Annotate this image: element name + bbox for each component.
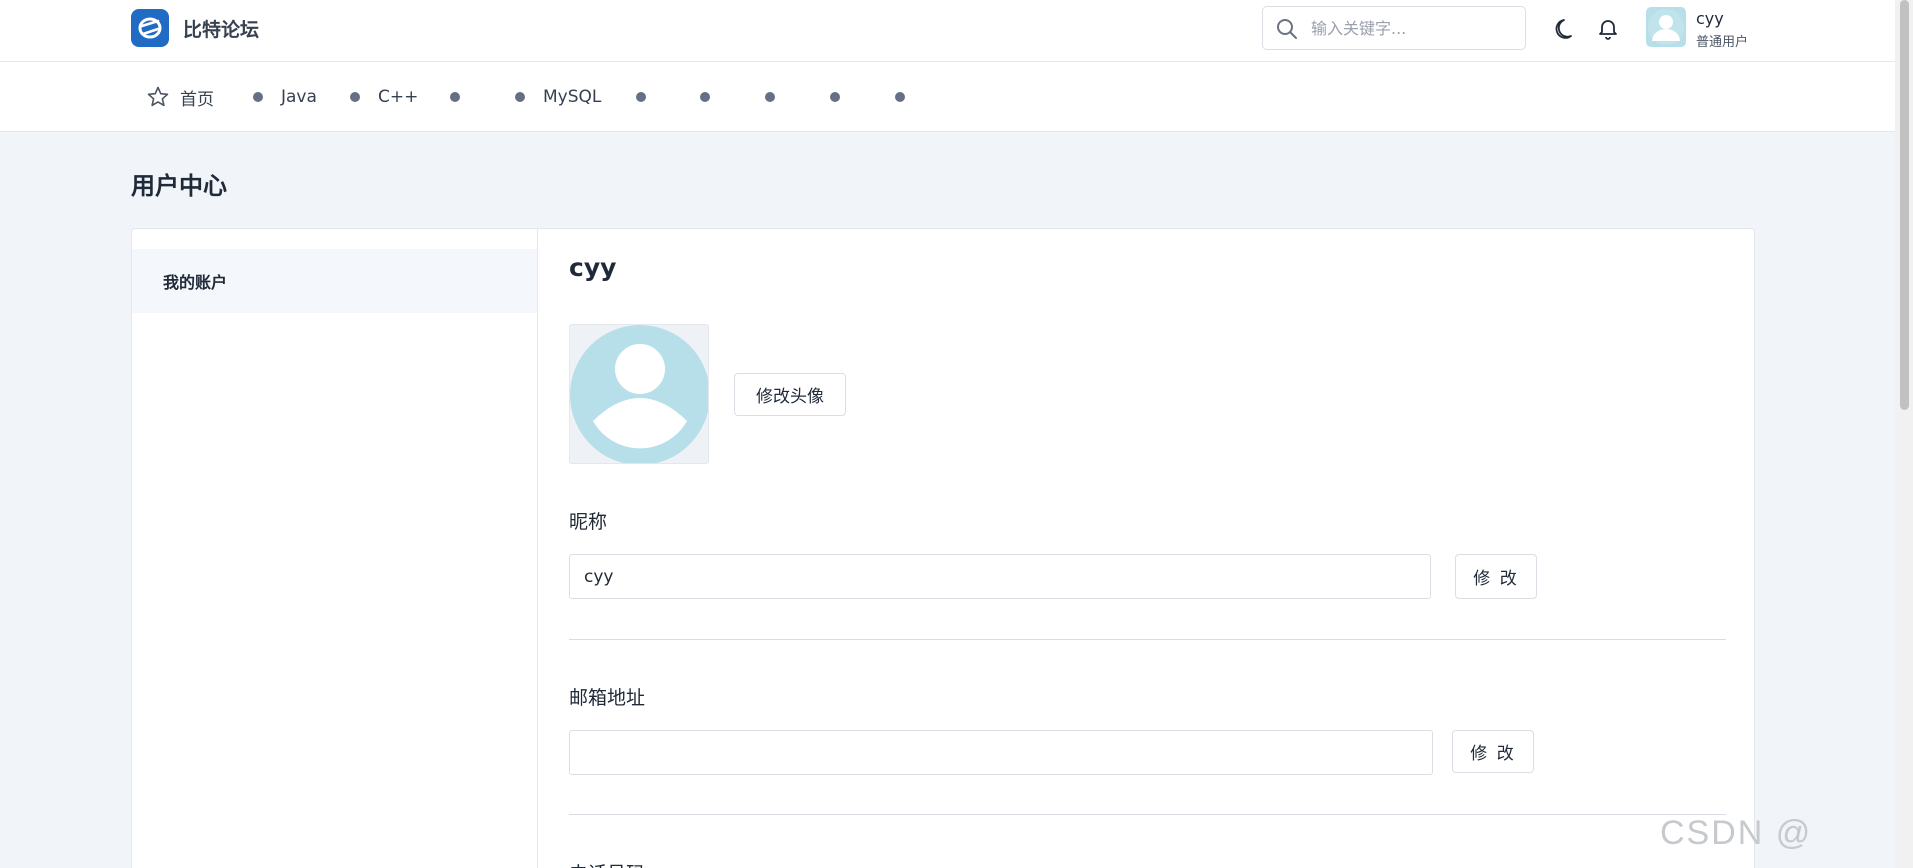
email-label: 邮箱地址 — [569, 687, 646, 709]
nickname-input[interactable] — [569, 554, 1431, 599]
nav-board-8[interactable] — [830, 62, 840, 132]
board-label: MySQL — [543, 87, 602, 107]
search-input[interactable] — [1311, 15, 1511, 41]
nav-board-java[interactable]: Java — [253, 62, 317, 132]
board-dot — [450, 92, 460, 102]
search-box[interactable] — [1262, 6, 1526, 50]
sidebar-item-my-account[interactable]: 我的账户 — [132, 249, 537, 313]
scrollbar-thumb[interactable] — [1900, 0, 1909, 410]
logo-icon[interactable] — [131, 9, 169, 47]
user-avatar[interactable] — [1646, 7, 1686, 47]
divider — [569, 814, 1726, 815]
brand-name[interactable]: 比特论坛 — [183, 15, 259, 42]
email-save-button[interactable]: 修 改 — [1452, 730, 1534, 773]
board-dot — [636, 92, 646, 102]
nickname-label: 昵称 — [569, 511, 608, 533]
divider — [569, 639, 1726, 640]
watermark: CSDN @ — [1660, 814, 1813, 852]
nav-home-label: 首页 — [180, 89, 214, 110]
board-dot — [350, 92, 360, 102]
account-name: cyy — [569, 253, 617, 282]
board-nav: 首页 Java C++ MySQL — [0, 62, 1895, 132]
board-dot — [700, 92, 710, 102]
user-role: 普通用户 — [1696, 35, 1749, 50]
user-name[interactable]: cyy — [1696, 9, 1724, 28]
bell-icon[interactable] — [1596, 16, 1620, 44]
account-sidebar: 我的账户 — [132, 229, 538, 868]
board-dot — [765, 92, 775, 102]
account-card: 我的账户 cyy 修改头像 昵称 修 改 邮箱地址 修 改 电话号码 — [131, 228, 1755, 868]
top-header: 比特论坛 cyy 普通用户 — [0, 0, 1895, 62]
profile-avatar — [569, 324, 709, 464]
page-title: 用户中心 — [131, 172, 227, 200]
nav-board-3[interactable] — [450, 62, 460, 132]
star-icon — [146, 85, 170, 109]
nav-board-mysql[interactable]: MySQL — [515, 62, 601, 132]
board-dot — [895, 92, 905, 102]
board-dot — [830, 92, 840, 102]
nav-board-7[interactable] — [765, 62, 775, 132]
phone-label: 电话号码 — [569, 859, 645, 868]
nav-board-6[interactable] — [700, 62, 710, 132]
board-label: C++ — [378, 87, 419, 107]
board-dot — [515, 92, 525, 102]
change-avatar-button[interactable]: 修改头像 — [734, 373, 846, 416]
nav-board-5[interactable] — [636, 62, 646, 132]
sidebar-item-label: 我的账户 — [163, 273, 228, 292]
nickname-save-button[interactable]: 修 改 — [1455, 554, 1537, 599]
search-icon — [1275, 17, 1299, 45]
nav-board-9[interactable] — [895, 62, 905, 132]
account-main: cyy 修改头像 昵称 修 改 邮箱地址 修 改 电话号码 — [538, 229, 1754, 868]
nav-home[interactable]: 首页 — [146, 62, 214, 132]
board-label: Java — [281, 87, 317, 107]
page-scrollbar[interactable] — [1895, 0, 1913, 868]
board-dot — [253, 92, 263, 102]
moon-icon[interactable] — [1554, 17, 1578, 45]
email-input[interactable] — [569, 730, 1433, 775]
nav-board-cpp[interactable]: C++ — [350, 62, 418, 132]
